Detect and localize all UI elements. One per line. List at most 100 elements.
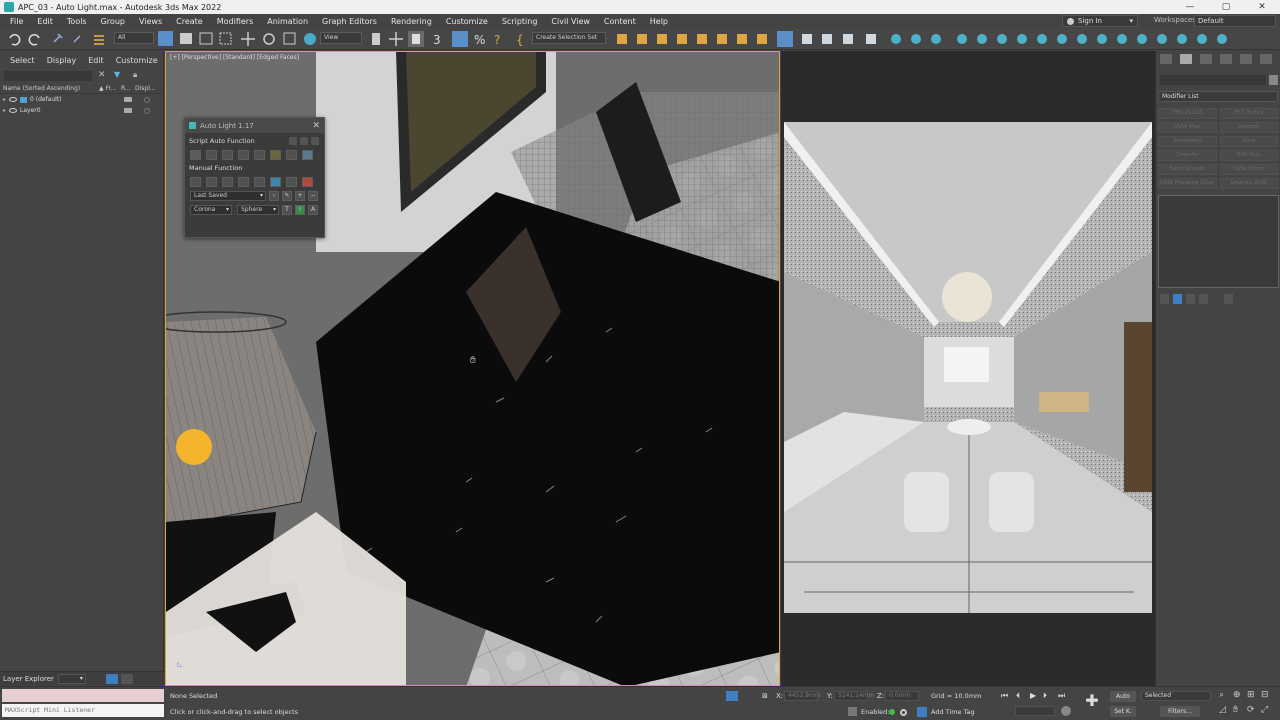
tab-edit[interactable]: Edit — [82, 56, 110, 65]
maximize-viewport-icon[interactable]: ⤢ — [1261, 705, 1268, 715]
menu-file[interactable]: File — [3, 17, 30, 26]
column-name[interactable]: Name (Sorted Ascending) — [3, 85, 99, 92]
workspace-select[interactable]: Default — [1194, 15, 1276, 27]
object-name-field[interactable] — [1160, 75, 1266, 85]
menu-graph-editors[interactable]: Graph Editors — [315, 17, 384, 26]
create-tab-icon[interactable] — [1160, 54, 1172, 64]
display-icon[interactable] — [144, 107, 150, 114]
make-unique-icon[interactable] — [1186, 294, 1195, 304]
manual-button[interactable] — [190, 177, 201, 187]
explorer-search-input[interactable] — [4, 71, 92, 81]
x-coord-field[interactable]: 4452.9mm — [784, 691, 821, 701]
modifier-button[interactable]: Edit Poly — [1219, 150, 1278, 161]
hierarchy-tab-icon[interactable] — [1200, 54, 1212, 64]
zoom-extents-all-icon[interactable]: ⊟ — [1261, 690, 1269, 700]
layer-name[interactable]: Layer0 — [20, 107, 110, 114]
dialog-titlebar[interactable]: Auto Light 1.17 ✕ — [185, 118, 324, 133]
display-icon[interactable] — [144, 96, 150, 103]
modifier-button[interactable]: TurboSmooth — [1158, 164, 1217, 175]
fov-icon[interactable]: ◿ — [1219, 705, 1226, 715]
pan-icon[interactable]: ✋︎ — [1233, 705, 1238, 715]
layer-explorer-toggle[interactable] — [105, 673, 118, 684]
menu-scripting[interactable]: Scripting — [495, 17, 545, 26]
maxscript-input[interactable] — [2, 689, 164, 702]
zoom-extents-icon[interactable]: ⊞ — [1247, 690, 1255, 700]
column-renderable[interactable]: R... — [121, 85, 135, 92]
key-filters-button[interactable]: Filters... — [1160, 706, 1200, 717]
tab-customize[interactable]: Customize — [110, 56, 164, 65]
teapot-icon[interactable] — [124, 97, 132, 102]
layer-row[interactable]: ▸ Layer0 — [0, 105, 163, 116]
render-button[interactable] — [302, 150, 313, 160]
configure-sets-icon[interactable] — [1224, 294, 1233, 304]
named-selection-dropdown[interactable]: Create Selection Set — [532, 32, 606, 44]
menu-create[interactable]: Create — [169, 17, 210, 26]
help-icon[interactable] — [300, 137, 308, 145]
menu-animation[interactable]: Animation — [260, 17, 315, 26]
auto-place-button[interactable] — [222, 150, 233, 160]
add-time-tag[interactable]: Add Time Tag — [931, 708, 975, 716]
refresh-icon[interactable] — [289, 137, 297, 145]
remove-preset-button[interactable]: − — [308, 191, 318, 201]
menu-edit[interactable]: Edit — [30, 17, 60, 26]
manual-button[interactable] — [254, 177, 265, 187]
select-button[interactable] — [286, 150, 297, 160]
goto-end-icon[interactable]: ⏭︎ — [1058, 691, 1065, 701]
close-icon[interactable]: ✕ — [312, 121, 320, 131]
time-config-icon[interactable] — [1061, 706, 1071, 716]
clear-search-icon[interactable]: ✕ — [98, 70, 106, 80]
modifier-list-dropdown[interactable]: Modifier List — [1158, 91, 1278, 102]
time-tag-icon[interactable] — [917, 707, 927, 717]
menu-tools[interactable]: Tools — [60, 17, 94, 26]
utilities-tab-icon[interactable] — [1260, 54, 1272, 64]
teapot-icon[interactable] — [124, 108, 132, 113]
eye-icon[interactable] — [9, 108, 17, 113]
prev-button[interactable]: ‹ — [269, 191, 279, 201]
adaptive-degradation-toggle[interactable] — [889, 709, 895, 715]
tab-display[interactable]: Display — [41, 56, 83, 65]
maxscript-listener[interactable]: MAXScript Mini Listener — [2, 704, 164, 717]
filter-icon[interactable]: ▼ — [114, 70, 120, 79]
shape-dropdown[interactable]: Sphere — [237, 205, 279, 215]
explorer-dropdown[interactable]: ▾ — [57, 673, 86, 684]
degradation-settings-icon[interactable] — [900, 709, 907, 716]
selection-filter-dropdown[interactable]: All — [114, 32, 154, 44]
modifier-button[interactable]: UVW Map — [1158, 122, 1217, 133]
auto-place-button[interactable] — [206, 150, 217, 160]
manual-button[interactable] — [270, 177, 281, 187]
remove-modifier-icon[interactable] — [1199, 294, 1208, 304]
grid-button[interactable] — [254, 150, 265, 160]
reference-coord-dropdown[interactable]: View — [320, 32, 362, 44]
layer-row[interactable]: ▸ 0 (default) — [0, 94, 163, 105]
set-key-icon[interactable]: ✚ — [1083, 693, 1101, 711]
modifier-button[interactable]: UVW Xform — [1219, 164, 1278, 175]
next-frame-icon[interactable]: ⏵︎ — [1043, 691, 1047, 701]
tag-icon[interactable] — [848, 707, 857, 716]
modifier-button[interactable]: FFD 2x2x2 — [1158, 108, 1217, 119]
manual-button[interactable] — [286, 177, 297, 187]
i-button[interactable]: I — [295, 205, 305, 215]
key-filter-dropdown[interactable]: Selected — [1141, 691, 1211, 701]
preset-dropdown[interactable]: Last Saved — [190, 191, 266, 201]
absolute-mode-icon[interactable]: ⊠ — [762, 692, 768, 700]
layer-name[interactable]: 0 (default) — [30, 96, 110, 103]
menu-group[interactable]: Group — [94, 17, 132, 26]
auto-place-button[interactable] — [190, 150, 201, 160]
column-frozen[interactable]: ▲ Fr... — [99, 85, 121, 92]
motion-tab-icon[interactable] — [1220, 54, 1232, 64]
y-coord-field[interactable]: 5141.14mm — [834, 691, 875, 701]
modifier-stack[interactable] — [1158, 195, 1279, 288]
menu-views[interactable]: Views — [132, 17, 169, 26]
current-frame-field[interactable] — [1015, 706, 1055, 716]
menu-civil-view[interactable]: Civil View — [544, 17, 597, 26]
column-display[interactable]: Displ... — [135, 85, 156, 92]
menu-modifiers[interactable]: Modifiers — [210, 17, 261, 26]
show-end-result-icon[interactable] — [1173, 294, 1182, 304]
play-icon[interactable]: ▶ — [1030, 691, 1036, 700]
auto-key-button[interactable]: Auto — [1110, 691, 1136, 702]
sign-in-dropdown[interactable]: Sign In ▾ — [1062, 15, 1138, 27]
manual-button[interactable] — [206, 177, 217, 187]
tab-select[interactable]: Select — [4, 56, 41, 65]
modifier-button[interactable]: FFD 3x3x3 — [1219, 108, 1278, 119]
close-window-button[interactable]: ✕ — [1244, 2, 1280, 12]
